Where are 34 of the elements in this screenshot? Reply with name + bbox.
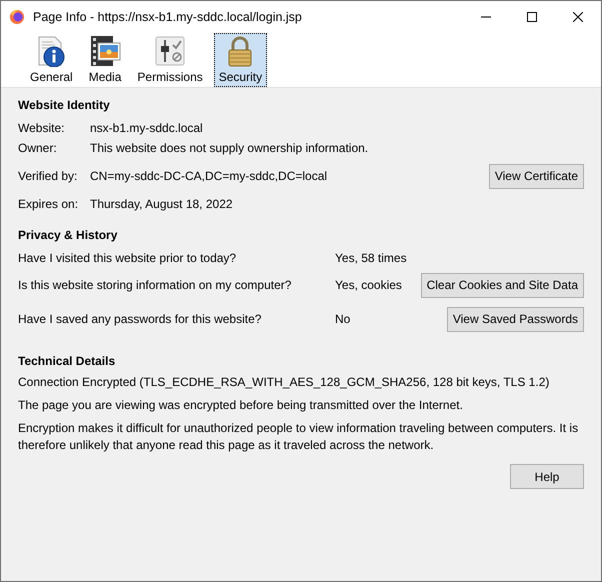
push-button[interactable]: View Saved Passwords — [446, 306, 584, 332]
answer-value: Yes, 58 times — [335, 251, 408, 265]
section-heading: Technical Details — [18, 354, 116, 368]
toolbar-tab[interactable]: Permissions — [132, 33, 208, 87]
browser-logo-icon — [9, 8, 25, 24]
field-label: Owner: — [18, 141, 58, 155]
field-value: This website does not supply ownership information. — [90, 141, 370, 155]
section-heading: Privacy & History — [18, 228, 118, 242]
maximize-icon — [527, 12, 537, 22]
close-icon — [573, 12, 583, 22]
field-label: Expires on: — [18, 197, 80, 211]
push-button[interactable]: Clear Cookies and Site Data — [420, 272, 584, 298]
push-button[interactable]: View Certificate — [488, 164, 584, 188]
toolbar-tab[interactable]: Media — [84, 33, 126, 87]
question-label: Is this website storing information on my computer? — [18, 278, 292, 292]
answer-value: Yes, cookies — [335, 278, 403, 292]
detail-text: Connection Encrypted (TLS_ECDHE_RSA_WITH_AES_128_GCM_SHA256, 128 bit keys, TLS 1.2) — [18, 374, 550, 391]
field-value: nsx-b1.my-sddc.local — [90, 121, 204, 135]
field-value: Thursday, August 18, 2022 — [90, 197, 234, 211]
toolbar-tab[interactable]: General — [25, 33, 78, 87]
window-title: Page Info - https://nsx-b1.my-sddc.local/login.jsp — [33, 10, 303, 24]
detail-text: Encryption makes it difficult for unauthorized people to view information traveling between computers. It is therefore unlikely that anyone read this page as it traveled across the network. — [18, 420, 580, 454]
toolbar-tab[interactable]: Security — [214, 33, 268, 87]
field-label: Verified by: — [18, 169, 78, 183]
permission-switches-icon — [154, 35, 186, 67]
answer-value: No — [335, 312, 352, 326]
detail-text: The page you are viewing was encrypted before being transmitted over the Internet. — [18, 397, 464, 414]
question-label: Have I visited this website prior to today? — [18, 251, 238, 265]
section-heading: Website Identity — [18, 98, 111, 112]
field-value: CN=my-sddc-DC-CA,DC=my-sddc,DC=local — [90, 169, 328, 183]
question-label: Have I saved any passwords for this website? — [18, 312, 262, 326]
field-label: Website: — [18, 121, 66, 135]
help-button[interactable]: Help — [510, 464, 584, 489]
film-picture-icon — [89, 35, 122, 67]
